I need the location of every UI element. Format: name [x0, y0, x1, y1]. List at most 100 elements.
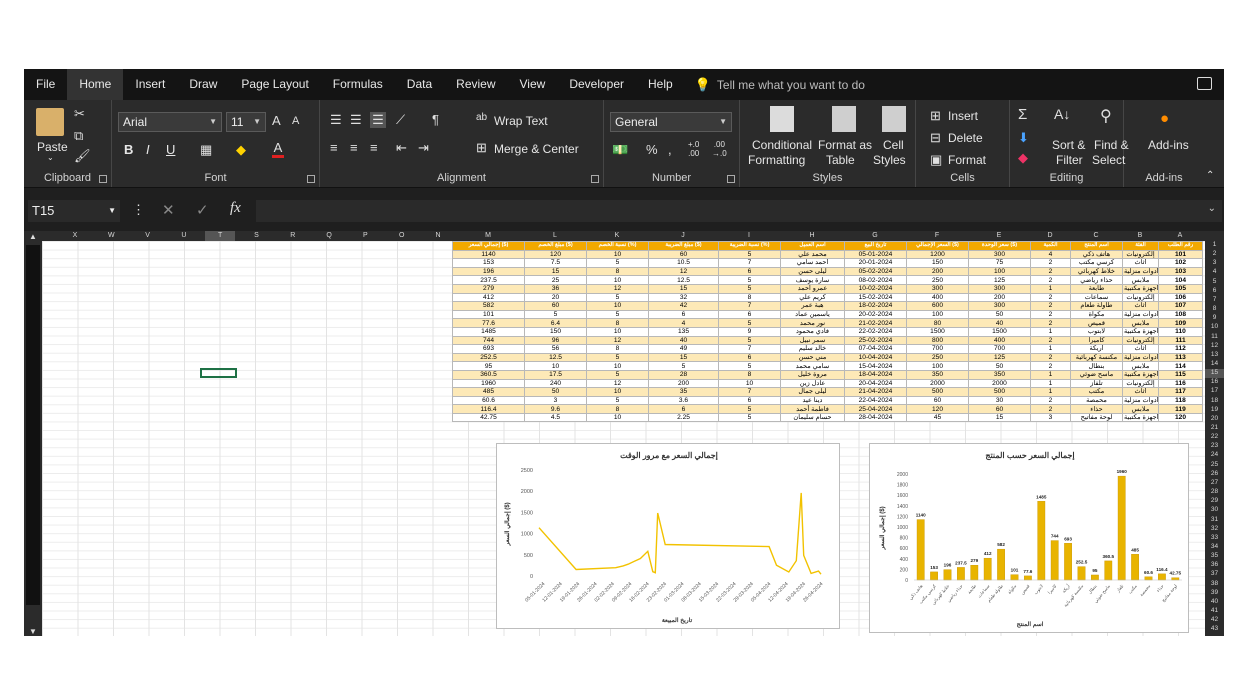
- table-cell[interactable]: أجهزة مكتبية: [1122, 412, 1159, 423]
- addins-button[interactable]: Add-ins: [1148, 138, 1189, 152]
- tab-formulas[interactable]: Formulas: [321, 69, 395, 100]
- table-cell[interactable]: 300: [968, 249, 1031, 260]
- table-cell[interactable]: 700: [906, 344, 969, 354]
- table-cell[interactable]: 2: [1030, 301, 1071, 311]
- table-cell[interactable]: 111: [1158, 335, 1203, 346]
- row-header[interactable]: 34: [1205, 543, 1224, 552]
- table-cell[interactable]: 40: [968, 318, 1031, 328]
- table-cell[interactable]: 10-04-2024: [844, 352, 907, 363]
- table-cell[interactable]: 15-02-2024: [844, 292, 907, 303]
- row-header[interactable]: 15: [1205, 369, 1224, 378]
- table-cell[interactable]: 15: [648, 352, 719, 363]
- table-cell[interactable]: 800: [906, 335, 969, 346]
- column-header[interactable]: R: [278, 231, 308, 241]
- column-header[interactable]: B: [1122, 231, 1158, 241]
- table-cell[interactable]: 5: [718, 335, 781, 346]
- table-cell[interactable]: 196: [452, 266, 525, 277]
- table-cell[interactable]: 5: [718, 249, 781, 260]
- table-cell[interactable]: 2: [1030, 395, 1071, 406]
- table-cell[interactable]: أثاث: [1122, 301, 1159, 311]
- table-cell[interactable]: 5: [718, 412, 781, 423]
- table-cell[interactable]: 120: [524, 249, 587, 260]
- table-cell[interactable]: أدوات منزلية: [1122, 395, 1159, 406]
- table-cell[interactable]: طابعة: [1070, 283, 1123, 294]
- table-cell[interactable]: 2: [1030, 361, 1071, 371]
- name-box[interactable]: T15 ▼: [28, 200, 120, 222]
- column-header[interactable]: D: [1030, 231, 1070, 241]
- column-header[interactable]: A: [1158, 231, 1202, 241]
- row-header[interactable]: 23: [1205, 442, 1224, 451]
- table-cell[interactable]: 279: [452, 283, 525, 294]
- tab-developer[interactable]: Developer: [557, 69, 636, 100]
- table-cell[interactable]: 05-01-2024: [844, 249, 907, 260]
- table-cell[interactable]: 113: [1158, 352, 1203, 363]
- table-cell[interactable]: 101: [1158, 249, 1203, 260]
- table-cell[interactable]: 6: [718, 352, 781, 363]
- table-cell[interactable]: 21-04-2024: [844, 387, 907, 397]
- table-cell[interactable]: 22-04-2024: [844, 395, 907, 406]
- row-header[interactable]: 37: [1205, 570, 1224, 579]
- table-cell[interactable]: 7: [718, 387, 781, 397]
- middle-align-icon[interactable]: ☰: [350, 112, 362, 128]
- table-cell[interactable]: 10: [586, 275, 649, 285]
- align-left-icon[interactable]: ≡: [330, 140, 338, 155]
- table-cell[interactable]: 42.75: [452, 412, 525, 423]
- table-cell[interactable]: تلفاز: [1070, 378, 1123, 389]
- table-cell[interactable]: 5: [718, 318, 781, 328]
- table-cell[interactable]: 20: [524, 292, 587, 303]
- table-cell[interactable]: 100: [968, 266, 1031, 277]
- tab-help[interactable]: Help: [636, 69, 685, 100]
- table-cell[interactable]: 119: [1158, 404, 1203, 414]
- row-header[interactable]: 36: [1205, 561, 1224, 570]
- tell-me-box[interactable]: 💡 Tell me what you want to do: [695, 77, 865, 93]
- number-launcher-icon[interactable]: [727, 175, 735, 183]
- table-cell[interactable]: أجهزة مكتبية: [1122, 369, 1159, 380]
- tab-page-layout[interactable]: Page Layout: [229, 69, 320, 100]
- table-cell[interactable]: 112: [1158, 344, 1203, 354]
- table-cell[interactable]: 1140: [452, 249, 525, 260]
- table-cell[interactable]: 25-02-2024: [844, 335, 907, 346]
- table-cell[interactable]: 2: [1030, 292, 1071, 303]
- table-cell[interactable]: ملابس: [1122, 361, 1159, 371]
- table-cell[interactable]: نور محمد: [780, 318, 845, 328]
- table-cell[interactable]: 102: [1158, 258, 1203, 268]
- table-cell[interactable]: 1: [1030, 387, 1071, 397]
- table-cell[interactable]: 485: [452, 387, 525, 397]
- table-cell[interactable]: 1960: [452, 378, 525, 389]
- copy-icon[interactable]: ⧉: [74, 128, 83, 144]
- table-cell[interactable]: مكواة: [1070, 309, 1123, 320]
- table-cell[interactable]: 350: [906, 369, 969, 380]
- table-cell[interactable]: 103: [1158, 266, 1203, 277]
- row-header[interactable]: 39: [1205, 589, 1224, 598]
- table-cell[interactable]: 20-04-2024: [844, 378, 907, 389]
- table-cell[interactable]: 200: [906, 266, 969, 277]
- paste-icon[interactable]: [36, 108, 64, 136]
- cut-icon[interactable]: ✂: [74, 106, 85, 122]
- table-cell[interactable]: 10: [586, 326, 649, 337]
- table-cell[interactable]: عمرو أحمد: [780, 283, 845, 294]
- find-select-icon[interactable]: ⚲: [1100, 106, 1112, 126]
- table-cell[interactable]: 110: [1158, 326, 1203, 337]
- row-header[interactable]: 24: [1205, 451, 1224, 460]
- italic-button[interactable]: I: [146, 142, 150, 157]
- row-header[interactable]: 30: [1205, 506, 1224, 515]
- decrease-decimal-icon[interactable]: .00 →.0: [712, 140, 727, 158]
- table-cell[interactable]: 116.4: [452, 404, 525, 414]
- scroll-thumb[interactable]: [26, 245, 40, 605]
- table-cell[interactable]: 25: [524, 275, 587, 285]
- table-cell[interactable]: 5: [718, 275, 781, 285]
- table-cell[interactable]: 105: [1158, 283, 1203, 294]
- table-cell[interactable]: 582: [452, 301, 525, 311]
- table-cell[interactable]: 2: [1030, 335, 1071, 346]
- table-cell[interactable]: 25-04-2024: [844, 404, 907, 414]
- row-header[interactable]: 42: [1205, 616, 1224, 625]
- increase-indent-icon[interactable]: ⇥: [418, 140, 429, 156]
- format-as-table-icon[interactable]: [832, 106, 856, 132]
- table-cell[interactable]: 75: [968, 258, 1031, 268]
- row-header[interactable]: 16: [1205, 378, 1224, 387]
- table-cell[interactable]: 21-02-2024: [844, 318, 907, 328]
- table-cell[interactable]: 2000: [906, 378, 969, 389]
- table-cell[interactable]: 3.6: [648, 395, 719, 406]
- table-cell[interactable]: 500: [968, 387, 1031, 397]
- table-cell[interactable]: 12: [586, 335, 649, 346]
